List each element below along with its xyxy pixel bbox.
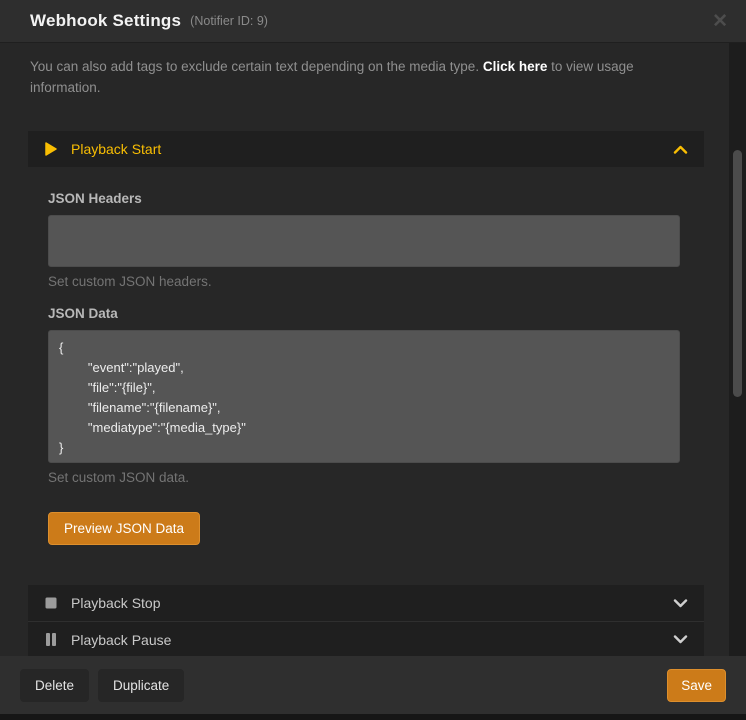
accordion-label: Playback Pause xyxy=(71,632,171,648)
delete-button[interactable]: Delete xyxy=(20,669,89,702)
modal-footer: Delete Duplicate Save xyxy=(0,656,746,714)
accordion-label: Playback Stop xyxy=(71,595,161,611)
modal-header: Webhook Settings (Notifier ID: 9) ✕ xyxy=(0,0,746,43)
scrollbar-track[interactable] xyxy=(729,43,746,656)
accordion-header-playback-start[interactable]: Playback Start xyxy=(28,131,704,167)
json-headers-field: JSON Headers Set custom JSON headers. xyxy=(48,191,680,289)
notifier-id-badge: (Notifier ID: 9) xyxy=(190,14,268,28)
chevron-down-icon xyxy=(673,635,688,644)
playback-start-panel: JSON Headers Set custom JSON headers. JS… xyxy=(28,167,704,585)
intro-text: You can also add tags to exclude certain… xyxy=(30,56,692,98)
json-headers-input[interactable] xyxy=(48,215,680,267)
scrollbar-thumb[interactable] xyxy=(733,150,742,397)
page-title: Webhook Settings xyxy=(30,11,181,31)
json-headers-label: JSON Headers xyxy=(48,191,680,206)
pause-icon xyxy=(44,633,58,646)
preview-json-data-button[interactable]: Preview JSON Data xyxy=(48,512,200,545)
accordion-label: Playback Start xyxy=(71,141,161,157)
accordion-header-playback-stop[interactable]: Playback Stop xyxy=(28,585,704,621)
trigger-accordion: Playback Start JSON Headers Set custom J… xyxy=(28,131,704,656)
intro-text-pre: You can also add tags to exclude certain… xyxy=(30,59,483,74)
click-here-link[interactable]: Click here xyxy=(483,59,548,74)
chevron-up-icon xyxy=(673,145,688,154)
duplicate-button[interactable]: Duplicate xyxy=(98,669,184,702)
save-button[interactable]: Save xyxy=(667,669,726,702)
json-data-label: JSON Data xyxy=(48,306,680,321)
webhook-settings-modal: Webhook Settings (Notifier ID: 9) ✕ You … xyxy=(0,0,746,714)
modal-body: You can also add tags to exclude certain… xyxy=(0,43,746,656)
json-headers-help: Set custom JSON headers. xyxy=(48,274,680,289)
close-icon[interactable]: ✕ xyxy=(712,12,728,31)
accordion-header-playback-pause[interactable]: Playback Pause xyxy=(28,621,704,656)
json-data-help: Set custom JSON data. xyxy=(48,470,680,485)
stop-icon xyxy=(44,597,58,609)
json-data-field: JSON Data { "event":"played", "file":"{f… xyxy=(48,306,680,485)
chevron-down-icon xyxy=(673,599,688,608)
play-icon xyxy=(44,142,58,156)
json-data-input[interactable]: { "event":"played", "file":"{file}", "fi… xyxy=(48,330,680,463)
